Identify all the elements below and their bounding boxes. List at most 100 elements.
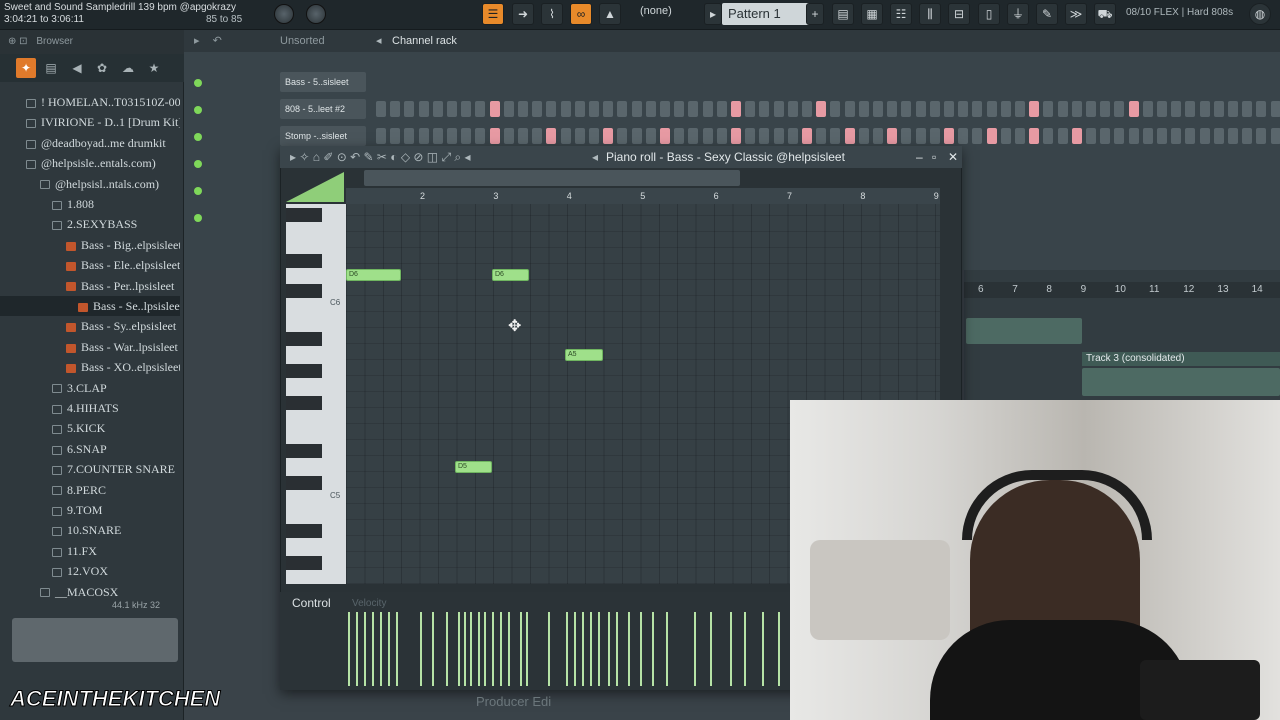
- browser-folder[interactable]: 8.PERC: [0, 480, 180, 500]
- speaker-icon[interactable]: ◂: [376, 30, 382, 52]
- step-button[interactable]: [1057, 128, 1068, 144]
- step-button[interactable]: [1213, 128, 1224, 144]
- snap-select[interactable]: (none): [640, 5, 700, 23]
- step-button[interactable]: [901, 128, 912, 144]
- velocity-bar[interactable]: [420, 612, 422, 686]
- step-button[interactable]: [489, 128, 500, 144]
- velocity-bar[interactable]: [388, 612, 390, 686]
- velocity-bar[interactable]: [396, 612, 398, 686]
- velocity-bar[interactable]: [464, 612, 466, 686]
- step-button[interactable]: [1015, 128, 1025, 144]
- step-button[interactable]: [745, 101, 756, 117]
- step-button[interactable]: [688, 101, 699, 117]
- velocity-bar[interactable]: [484, 612, 486, 686]
- browser-file[interactable]: Bass - Ele..elpsisleet: [0, 255, 180, 275]
- undo-icon[interactable]: ↶: [213, 35, 222, 47]
- black-key[interactable]: [286, 524, 322, 538]
- step-button[interactable]: [560, 101, 571, 117]
- step-button[interactable]: [1171, 128, 1182, 144]
- channel-led[interactable]: [194, 106, 202, 114]
- note[interactable]: D6: [492, 269, 529, 281]
- step-button[interactable]: [404, 128, 415, 144]
- browser-file[interactable]: Bass - Per..lpsisleet: [0, 276, 180, 296]
- black-key[interactable]: [286, 254, 322, 268]
- step-button[interactable]: [461, 128, 472, 144]
- velocity-bar[interactable]: [446, 612, 448, 686]
- step-button[interactable]: [915, 101, 926, 117]
- velocity-bar[interactable]: [364, 612, 366, 686]
- step-button[interactable]: [1199, 101, 1210, 117]
- step-button[interactable]: [1086, 101, 1096, 117]
- pattern-selector[interactable]: Pattern 1: [722, 3, 814, 25]
- step-button[interactable]: [1100, 101, 1111, 117]
- browser-icon[interactable]: ⊟: [948, 3, 970, 25]
- step-button[interactable]: [1086, 128, 1096, 144]
- step-button[interactable]: [844, 101, 855, 117]
- step-button[interactable]: [376, 101, 386, 117]
- star-icon[interactable]: ★: [144, 58, 164, 78]
- cloud-icon[interactable]: ☁: [118, 58, 138, 78]
- step-button[interactable]: [489, 101, 500, 117]
- step-button[interactable]: [1128, 128, 1139, 144]
- step-button[interactable]: [631, 101, 642, 117]
- velocity-bar[interactable]: [458, 612, 460, 686]
- step-button[interactable]: [745, 128, 756, 144]
- step-button[interactable]: [546, 128, 557, 144]
- step-button[interactable]: [631, 128, 642, 144]
- black-key[interactable]: [286, 332, 322, 346]
- velocity-bar[interactable]: [616, 612, 618, 686]
- velocity-bar[interactable]: [348, 612, 350, 686]
- step-button[interactable]: [574, 128, 585, 144]
- black-key[interactable]: [286, 476, 322, 490]
- step-button[interactable]: [858, 101, 869, 117]
- step-button[interactable]: [816, 101, 827, 117]
- step-button[interactable]: [830, 128, 841, 144]
- browser-folder[interactable]: IVIRIONE - D..1 [Drum Kit]: [0, 112, 180, 132]
- velocity-bar[interactable]: [380, 612, 382, 686]
- step-button[interactable]: [1199, 128, 1210, 144]
- step-button[interactable]: [546, 101, 557, 117]
- step-button[interactable]: [518, 101, 528, 117]
- step-button[interactable]: [645, 128, 656, 144]
- piano-roll-icon[interactable]: ▦: [861, 3, 883, 25]
- black-key[interactable]: [286, 284, 322, 298]
- velocity-bar[interactable]: [520, 612, 522, 686]
- all-files-icon[interactable]: ✦: [16, 58, 36, 78]
- step-button[interactable]: [532, 101, 543, 117]
- step-button[interactable]: [603, 101, 614, 117]
- step-button[interactable]: [1043, 101, 1054, 117]
- forward-icon[interactable]: ≫: [1065, 3, 1087, 25]
- step-button[interactable]: [1000, 101, 1011, 117]
- browser-folder[interactable]: 5.KICK: [0, 418, 180, 438]
- step-button[interactable]: [688, 128, 699, 144]
- add-pattern-icon[interactable]: +: [806, 3, 824, 25]
- globe-icon[interactable]: ◍: [1249, 3, 1271, 25]
- step-button[interactable]: [759, 128, 770, 144]
- step-button[interactable]: [787, 101, 798, 117]
- play-pattern-icon[interactable]: ▸: [704, 3, 722, 25]
- step-button[interactable]: [873, 128, 883, 144]
- step-button[interactable]: [1000, 128, 1011, 144]
- step-button[interactable]: [617, 128, 628, 144]
- browser-folder[interactable]: @helpsisle..entals.com): [0, 153, 180, 173]
- stamp-icon[interactable]: ▲: [599, 3, 621, 25]
- black-key[interactable]: [286, 208, 322, 222]
- browser-folder[interactable]: @helpsisl..ntals.com): [0, 174, 180, 194]
- step-button[interactable]: [986, 101, 997, 117]
- step-button[interactable]: [674, 101, 685, 117]
- browser-folder[interactable]: 3.CLAP: [0, 378, 180, 398]
- velocity-bar[interactable]: [640, 612, 642, 686]
- velocity-bar[interactable]: [744, 612, 746, 686]
- step-button[interactable]: [1256, 128, 1267, 144]
- velocity-bar[interactable]: [500, 612, 502, 686]
- velocity-bar[interactable]: [762, 612, 764, 686]
- browser-file[interactable]: Bass - Se..lpsisleet: [0, 296, 180, 316]
- channel-led[interactable]: [194, 79, 202, 87]
- browser-folder[interactable]: ! HOMELAN..T031510Z-001: [0, 92, 180, 112]
- step-button[interactable]: [702, 128, 713, 144]
- step-button[interactable]: [731, 128, 741, 144]
- step-button[interactable]: [1057, 101, 1068, 117]
- step-button[interactable]: [475, 101, 486, 117]
- velocity-bar[interactable]: [694, 612, 696, 686]
- fl-menu-icon[interactable]: ☰: [482, 3, 504, 25]
